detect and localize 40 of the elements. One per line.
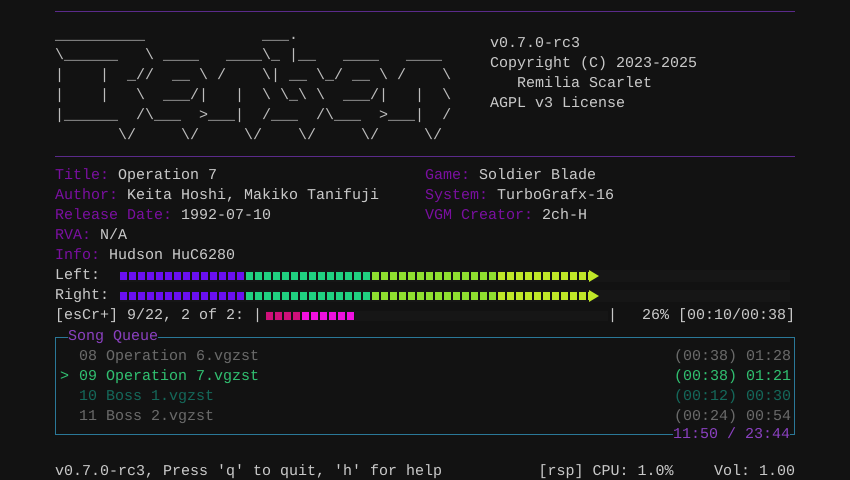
field-label: Release Date: — [55, 207, 172, 224]
playback-status: [esCr+] 9/22, 2 of 2: | — [55, 306, 262, 326]
ascii-logo-line: \______ \ ____ ____\_ |__ ____ ____ — [55, 46, 444, 66]
song-row[interactable]: > 09 Operation 7.vgzst (00:38) 01:21 — [60, 367, 794, 387]
song-row[interactable]: 11 Boss 2.vgzst (00:24) 00:54 — [60, 407, 794, 427]
ascii-logo-line: __________ ___. — [55, 26, 300, 46]
ascii-logo-line: | | \ ___/| | \ \_\ \ ___/| | \ — [55, 86, 452, 106]
field-value: TurboGrafx-16 — [497, 187, 614, 204]
field-label: Title: — [55, 167, 110, 184]
field-label: VGM Creator: — [425, 207, 534, 224]
about-text: Remilia Scarlet — [516, 74, 654, 94]
field-value: N/A — [100, 227, 128, 244]
channel-label: Left: — [55, 266, 102, 286]
divider-text: | — [608, 306, 618, 326]
field-value: Soldier Blade — [479, 167, 596, 184]
field-value: 1992-07-10 — [181, 207, 272, 224]
ascii-logo-line: \/ \/ \/ \/ \/ \/ — [117, 126, 444, 146]
field-label: Author: — [55, 187, 118, 204]
meter-arrow-icon — [589, 290, 599, 302]
about-text: Copyright (C) 2023-2025 — [490, 54, 698, 74]
field-value: 2ch-H — [542, 207, 588, 224]
field-label: Game: — [425, 167, 470, 184]
meter-arrow-icon — [589, 270, 599, 282]
song-row[interactable]: 10 Boss 1.vgzst (00:12) 00:30 — [60, 387, 794, 407]
about-text: AGPL v3 License — [490, 94, 626, 114]
field-label: RVA: — [55, 227, 92, 244]
volume-reading: Vol: 1.00 — [714, 462, 795, 480]
ascii-logo-line: | | _// __ \ / \| __ \_/ __ \ / \ — [55, 66, 452, 86]
help-hint: v0.7.0-rc3, Press 'q' to quit, 'h' for help — [55, 462, 442, 480]
channel-label: Right: — [55, 286, 110, 306]
ascii-logo-line: |______ /\___ >___| /___ /\___ >___| / — [55, 106, 452, 126]
song-row[interactable]: 08 Operation 6.vgzst (00:38) 01:28 — [60, 347, 794, 367]
field-value: Keita Hoshi, Makiko Tanifuji — [127, 187, 380, 204]
field-label: System: — [425, 187, 488, 204]
field-value: Hudson HuC6280 — [109, 247, 236, 264]
field-value: Operation 7 — [118, 167, 218, 184]
about-text: v0.7.0-rc3 — [490, 34, 582, 54]
field-label: Info: — [55, 247, 100, 264]
cpu-usage: [rsp] CPU: 1.0% — [538, 462, 674, 480]
progress-reading: 26% [00:10/00:38] — [642, 306, 795, 326]
